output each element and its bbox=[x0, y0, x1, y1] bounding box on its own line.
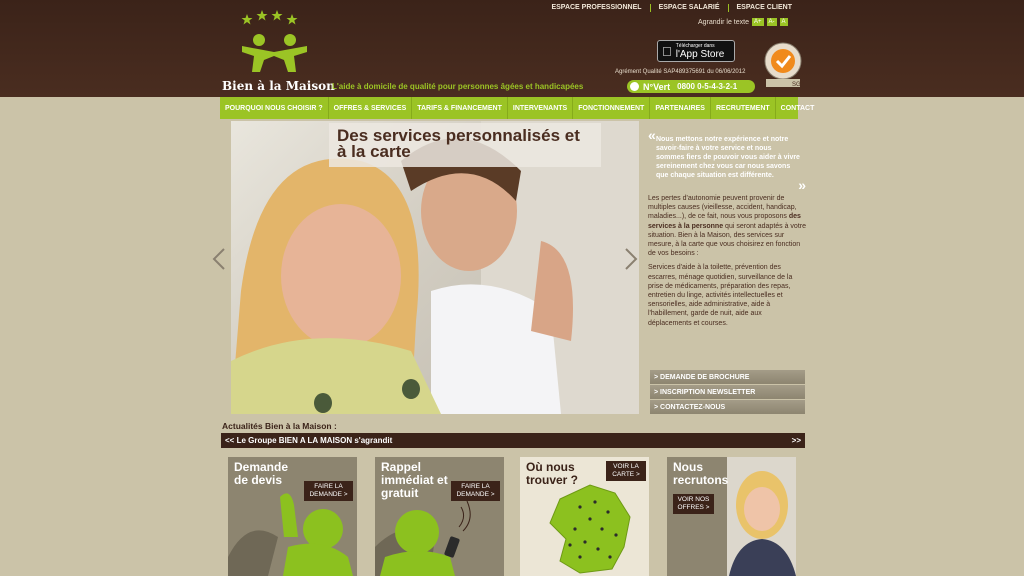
news-ticker: << Le Groupe BIEN A LA MAISON s'agrandit… bbox=[221, 433, 805, 448]
text-size-label: Agrandir le texte bbox=[698, 18, 749, 26]
nav-recrutement[interactable]: RECRUTEMENT bbox=[711, 97, 776, 119]
text-decrease-button[interactable]: A- bbox=[766, 18, 777, 26]
green-number-value: 0800 0-5-4-3-2-1 bbox=[677, 82, 738, 91]
brand-name[interactable]: Bien à la Maison bbox=[222, 79, 335, 93]
espace-salarie-link[interactable]: ESPACE SALARIÉ bbox=[649, 4, 728, 12]
news-headline-link[interactable]: << Le Groupe BIEN A LA MAISON s'agrandit bbox=[225, 436, 392, 445]
top-links: ESPACE PROFESSIONNEL ESPACE SALARIÉ ESPA… bbox=[543, 4, 800, 12]
tile-rappel[interactable]: Rappel immédiat et gratuit FAIRE LA DEMA… bbox=[375, 457, 504, 576]
services-paragraph: Services d'aide à la toilette, préventio… bbox=[648, 264, 793, 327]
news-next-button[interactable]: >> bbox=[792, 436, 801, 445]
news-title: Actualités Bien à la Maison : bbox=[222, 421, 337, 431]
main-nav: POURQUOI NOUS CHOISIR ? OFFRES & SERVICE… bbox=[220, 97, 814, 119]
nav-tarifs[interactable]: TARIFS & FINANCEMENT bbox=[412, 97, 508, 119]
tile-rappel-button[interactable]: FAIRE LA DEMANDE > bbox=[451, 481, 500, 501]
newsletter-button[interactable]: > INSCRIPTION NEWSLETTER bbox=[650, 385, 805, 399]
tile-recrutement-button[interactable]: VOIR NOS OFFRES > bbox=[673, 494, 714, 514]
nav-fonctionnement[interactable]: FONCTIONNEMENT bbox=[573, 97, 651, 119]
nav-pourquoi[interactable]: POURQUOI NOUS CHOISIR ? bbox=[220, 97, 329, 119]
sgs-certification-icon: SGS bbox=[764, 42, 804, 88]
brochure-button[interactable]: > DEMANDE DE BROCHURE bbox=[650, 370, 805, 384]
logo-icon[interactable] bbox=[222, 10, 332, 90]
espace-client-link[interactable]: ESPACE CLIENT bbox=[727, 4, 801, 12]
intro-column: « Nous mettons notre expérience et notre… bbox=[648, 128, 806, 328]
text-increase-button[interactable]: A+ bbox=[751, 18, 764, 26]
slider-next-icon[interactable] bbox=[624, 248, 638, 270]
slide-title: Des services personnalisés et à la carte bbox=[329, 123, 601, 167]
intro-paragraph-part1: Les pertes d'autonomie peuvent provenir … bbox=[648, 195, 797, 221]
open-quote-icon: « bbox=[648, 127, 656, 143]
tile-carte-button[interactable]: VOIR LA CARTE > bbox=[606, 461, 646, 481]
tile-rappel-title: Rappel immédiat et gratuit bbox=[381, 460, 448, 500]
nav-offres[interactable]: OFFRES & SERVICES bbox=[329, 97, 413, 119]
intro-paragraph: Les pertes d'autonomie peuvent provenir … bbox=[648, 194, 806, 258]
tile-carte[interactable]: Où nous trouver ? VOIR LA CARTE > bbox=[520, 457, 649, 576]
tile-recrutement[interactable]: Nous recrutons VOIR NOS OFFRES > bbox=[667, 457, 796, 576]
tile-devis[interactable]: Demande de devis FAIRE LA DEMANDE > bbox=[228, 457, 357, 576]
intro-quote: « Nous mettons notre expérience et notre… bbox=[648, 128, 806, 192]
espace-professionnel-link[interactable]: ESPACE PROFESSIONNEL bbox=[543, 4, 649, 12]
text-reset-button[interactable]: A bbox=[779, 18, 788, 26]
text-size-controls: Agrandir le texte A+ A- A bbox=[698, 18, 788, 26]
green-number[interactable]: N°Vert 0800 0-5-4-3-2-1 bbox=[627, 80, 755, 93]
tile-devis-title: Demande de devis bbox=[234, 460, 289, 487]
brand-tagline: L'aide à domicile de qualité pour person… bbox=[332, 82, 584, 91]
appstore-main: l'App Store bbox=[666, 48, 725, 60]
intro-quote-text: Nous mettons notre expérience et notre s… bbox=[656, 136, 800, 179]
nav-contact[interactable]: CONTACT bbox=[776, 97, 820, 119]
tile-devis-button[interactable]: FAIRE LA DEMANDE > bbox=[304, 481, 353, 501]
contact-button[interactable]: > CONTACTEZ-NOUS bbox=[650, 400, 805, 414]
tile-recrutement-title: Nous recrutons bbox=[673, 460, 729, 487]
green-number-label: N°Vert bbox=[643, 81, 671, 92]
appstore-badge[interactable]:  Télécharger dans l'App Store bbox=[657, 40, 735, 62]
close-quote-icon: » bbox=[798, 177, 806, 193]
phone-icon bbox=[630, 82, 639, 91]
nav-intervenants[interactable]: INTERVENANTS bbox=[508, 97, 574, 119]
hero-slider[interactable]: Des services personnalisés et à la carte bbox=[231, 121, 639, 414]
svg-text:SGS: SGS bbox=[792, 82, 804, 88]
slider-prev-icon[interactable] bbox=[212, 248, 226, 270]
tile-carte-title: Où nous trouver ? bbox=[526, 460, 579, 487]
agrement-text: Agrément Qualité SAP489375691 du 06/06/2… bbox=[615, 69, 746, 75]
apple-icon:  bbox=[662, 44, 672, 59]
nav-partenaires[interactable]: PARTENAIRES bbox=[650, 97, 711, 119]
